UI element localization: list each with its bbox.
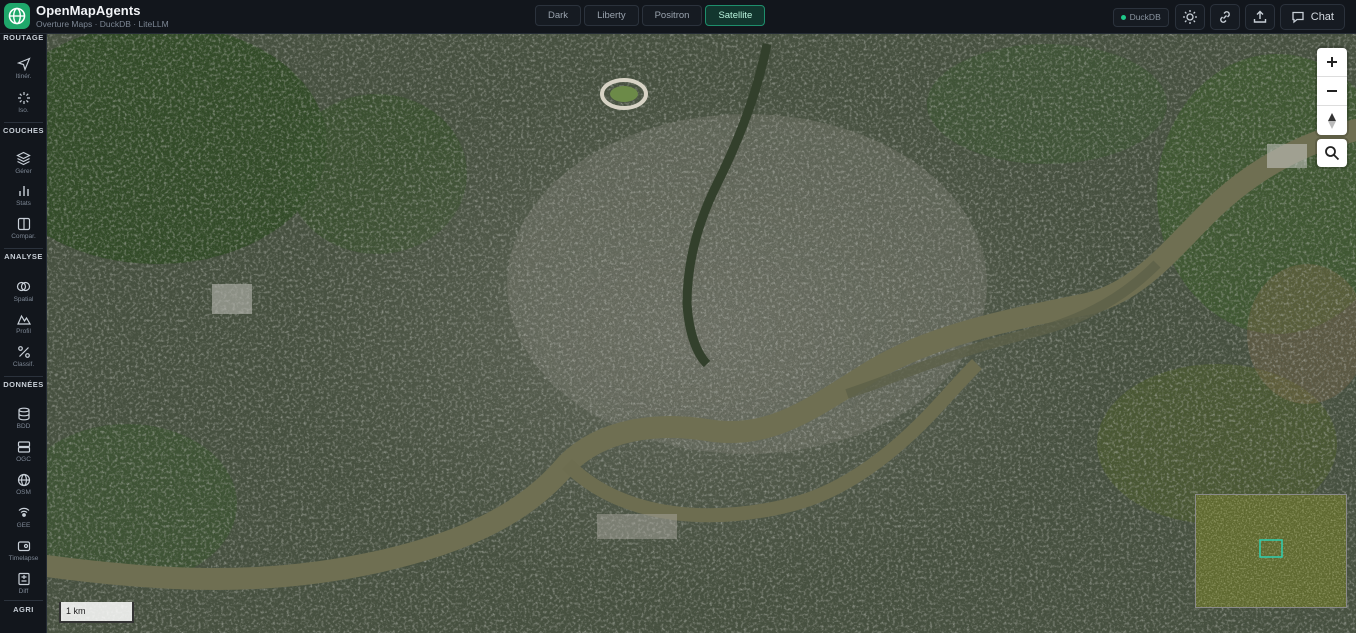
divider (4, 122, 43, 123)
percent-icon (17, 346, 30, 358)
section-label-agri: AGRI (13, 605, 34, 614)
sidebar-item-label: BDD (16, 423, 31, 430)
duckdb-status-badge[interactable]: DuckDB (1112, 7, 1169, 27)
duckdb-label: DuckDB (1129, 12, 1161, 22)
compass-icon (1328, 112, 1336, 129)
sidebar-item-label: OGC (16, 456, 31, 463)
sidebar-item-profil[interactable]: Profil (0, 309, 46, 341)
sidebar-item-label: Iso. (18, 107, 29, 114)
plus-icon (1327, 57, 1337, 67)
share-link-button[interactable] (1209, 4, 1240, 30)
sidebar-item-timelapse[interactable]: Timelapse (0, 536, 46, 568)
section-label-routage: ROUTAGE (3, 34, 44, 42)
compass-reset-button[interactable] (1317, 106, 1347, 135)
sidebar-item-label: Stats (16, 200, 31, 207)
sidebar-item-bdd[interactable]: BDD (0, 404, 46, 436)
chat-bubble-icon (1292, 11, 1304, 24)
divider (4, 600, 43, 601)
section-label-couches: COUCHES (2, 126, 44, 135)
map-style-switcher: Dark Liberty Positron Satellite (535, 5, 766, 26)
theme-toggle-button[interactable] (1174, 4, 1205, 30)
chat-label: Chat (1310, 11, 1334, 23)
style-dark-button[interactable]: Dark (535, 5, 582, 26)
sidebar-item-diff[interactable]: Diff (0, 569, 46, 601)
toolbar-right: DuckDB Chat (1112, 4, 1345, 30)
sidebar-item-label: Gérer (15, 168, 32, 175)
app-subtitle: Overture Maps · DuckDB · LiteLLM (36, 18, 169, 29)
server-icon (17, 441, 30, 453)
sidebar-item-label: Profil (16, 328, 31, 335)
divider (4, 376, 43, 377)
isochrone-icon (17, 92, 30, 104)
globe-icon (17, 473, 30, 487)
style-liberty-button[interactable]: Liberty (584, 5, 639, 26)
sidebar-item-label: Diff (18, 588, 29, 595)
sidebar-item-ogc[interactable]: OGC (0, 437, 46, 469)
sidebar-item-gee[interactable]: GEE (0, 503, 46, 535)
spatial-icon (16, 281, 31, 292)
magnifier-icon (1325, 146, 1340, 161)
sidebar-item-label: Timelapse (8, 555, 39, 562)
map-search-button[interactable] (1317, 139, 1347, 167)
zoom-out-button[interactable] (1317, 77, 1347, 106)
database-icon (17, 407, 30, 421)
zoom-in-button[interactable] (1317, 48, 1347, 77)
bar-chart-icon (18, 186, 29, 196)
section-label-donnees: DONNÉES (3, 380, 44, 389)
top-bar: OpenMapAgents Overture Maps · DuckDB · L… (0, 0, 1356, 34)
sidebar-item-label: Spatial (13, 296, 34, 303)
chat-button[interactable]: Chat (1279, 4, 1345, 30)
sidebar-item-itineraire[interactable]: Itinér. (0, 54, 46, 86)
sidebar-item-label: Compar. (11, 233, 36, 240)
sidebar-item-comparer[interactable]: Compar. (0, 214, 46, 246)
sidebar-item-label: Itinér. (15, 73, 32, 80)
export-button[interactable] (1244, 4, 1275, 30)
link-icon (1219, 11, 1230, 23)
sidebar-item-isochrone[interactable]: Iso. (0, 88, 46, 120)
sidebar-item-stats[interactable]: Stats (0, 181, 46, 213)
style-positron-button[interactable]: Positron (641, 5, 703, 26)
sidebar-item-spatial[interactable]: Spatial (0, 276, 46, 308)
divider (4, 248, 43, 249)
sidebar-item-label: Classif. (12, 361, 35, 368)
section-label-analyse: ANALYSE (4, 252, 43, 261)
satellite-icon (18, 507, 29, 517)
upload-icon (1253, 10, 1266, 23)
sidebar-item-osm[interactable]: OSM (0, 470, 46, 502)
map-canvas[interactable]: 1 km (47, 34, 1356, 633)
navigation-icon (16, 57, 31, 71)
scale-bar: 1 km (59, 602, 134, 623)
app-title: OpenMapAgents (36, 2, 141, 18)
globe-logo-icon (4, 3, 30, 29)
layers-icon (16, 151, 31, 166)
overview-minimap[interactable] (1195, 494, 1347, 608)
minus-icon (1327, 90, 1337, 92)
sidebar-item-label: GEE (16, 522, 31, 529)
sidebar-item-label: OSM (16, 489, 31, 496)
minimap-imagery (1196, 495, 1346, 607)
status-dot-icon (1120, 14, 1126, 20)
diff-icon (17, 572, 30, 586)
timelapse-icon (17, 541, 30, 552)
sidebar-item-classification[interactable]: Classif. (0, 342, 46, 374)
left-sidebar: ROUTAGE Itinér. Iso. COUCHES Gérer Stats… (0, 34, 47, 633)
profile-icon (16, 314, 31, 325)
style-satellite-button[interactable]: Satellite (705, 5, 766, 26)
zoom-controls (1317, 48, 1347, 135)
compare-icon (17, 217, 30, 231)
brand[interactable]: OpenMapAgents Overture Maps · DuckDB · L… (4, 3, 169, 29)
sun-icon (1182, 10, 1197, 24)
satellite-imagery (47, 34, 1356, 633)
sidebar-item-gerer[interactable]: Gérer (0, 148, 46, 180)
